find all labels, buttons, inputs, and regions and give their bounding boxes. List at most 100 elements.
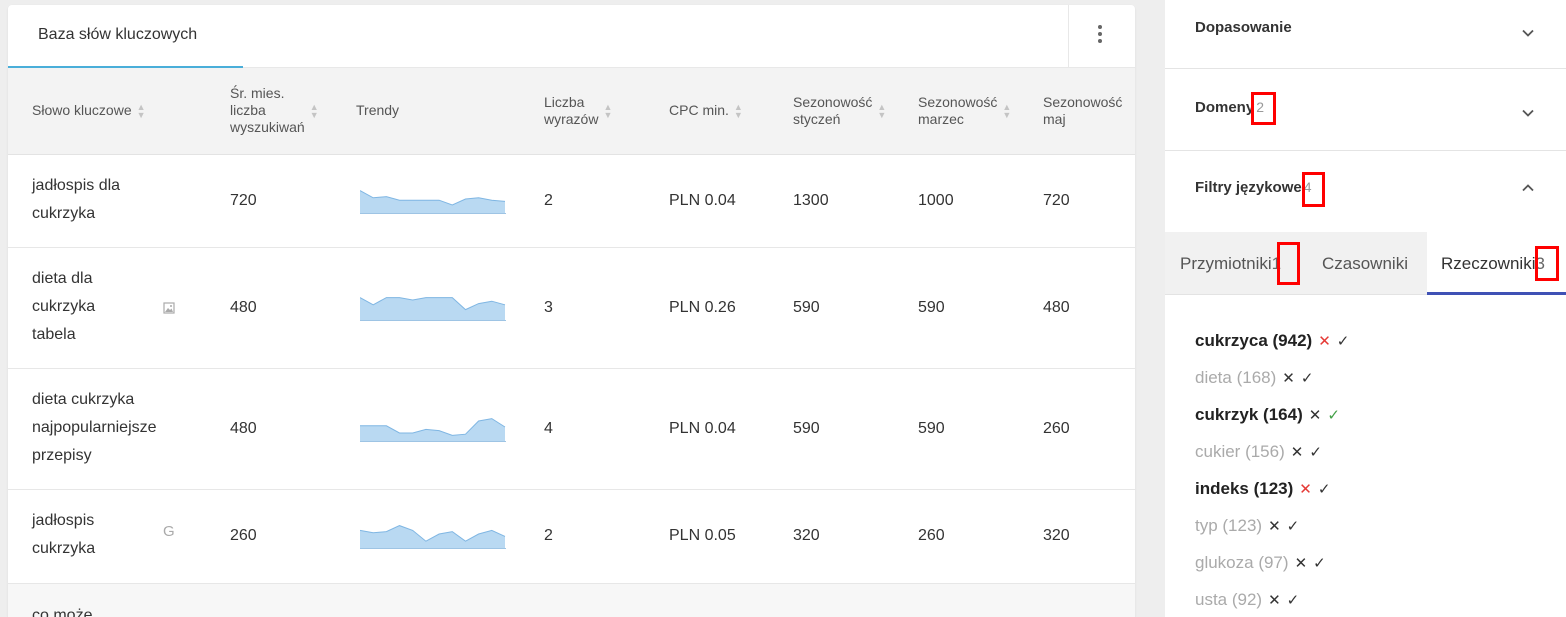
col-label: Słowo kluczowe [32, 102, 132, 118]
word-label: cukrzyca (942) [1195, 330, 1313, 350]
col-word-count[interactable]: Liczba wyrazów ▲ ▼ [544, 94, 612, 128]
trend-area [360, 190, 505, 213]
trend-area [360, 525, 505, 548]
tab-label: Rzeczowniki [1441, 254, 1536, 273]
filters-panel: Dopasowanie Domeny 2 Filtry językowe 4 Prz… [1165, 0, 1566, 617]
tab-verbs[interactable]: Czasowniki [1322, 232, 1408, 295]
sort-icon: ▲ ▼ [136, 101, 146, 120]
include-icon[interactable]: ✓ [1327, 406, 1340, 424]
highlight-box [1251, 92, 1276, 125]
table-header: Słowo kluczowe ▲ ▼ Śr. mies. liczba wyszu… [8, 68, 1135, 155]
exclude-icon[interactable]: ✕ [1309, 406, 1322, 424]
table-row[interactable]: jadłospis dla cukrzyka 720 2 PLN 0.04 13… [8, 155, 1135, 248]
col-season-may[interactable]: Sezonowość maj [1043, 94, 1122, 128]
word-label: cukier (156) [1195, 441, 1285, 461]
keyword-line: jadłospis dla [32, 177, 121, 194]
list-item: usta (92) ✕ ✓ [1195, 581, 1349, 617]
keyword-line: przepisy [32, 447, 92, 464]
list-item: cukier (156) ✕ ✓ [1195, 433, 1349, 470]
trend-sparkline [360, 525, 506, 549]
include-icon[interactable]: ✓ [1313, 554, 1326, 572]
col-label-line: wyszukiwań [230, 119, 305, 135]
exclude-icon[interactable]: ✕ [1299, 480, 1312, 498]
col-label-line: Sezonowość [1043, 94, 1123, 110]
include-icon[interactable]: ✓ [1287, 517, 1300, 535]
sort-icon: ▲ ▼ [603, 102, 613, 120]
word-label: dieta (168) [1195, 367, 1277, 387]
tab-adjectives[interactable]: Przymiotniki1 [1180, 232, 1281, 295]
word-count-cell: 4 [544, 420, 553, 437]
accordion-title-text: Domeny [1195, 99, 1255, 116]
cpc-cell: PLN 0.26 [669, 299, 736, 316]
exclude-icon[interactable]: ✕ [1268, 591, 1281, 609]
exclude-icon[interactable]: ✕ [1295, 554, 1308, 572]
table-row[interactable]: dieta cukrzyka najpopularniejsze przepis… [8, 369, 1135, 490]
season-mar-cell: 590 [918, 420, 945, 437]
word-label: cukrzyk (164) [1195, 404, 1303, 424]
include-icon[interactable]: ✓ [1337, 332, 1350, 350]
keyword-cell[interactable]: co może [32, 602, 172, 617]
keyword-cell[interactable]: dieta cukrzyka najpopularniejsze przepis… [32, 386, 202, 470]
word-count-cell: 2 [544, 527, 553, 544]
col-label-line: Liczba [544, 94, 585, 110]
trend-sparkline [360, 297, 506, 321]
chevron-down-icon[interactable] [1521, 106, 1535, 120]
include-icon[interactable]: ✓ [1301, 369, 1314, 387]
exclude-icon[interactable]: ✕ [1282, 369, 1295, 387]
more-options-icon[interactable] [1093, 23, 1107, 51]
col-cpc[interactable]: CPC min. ▲ ▼ [669, 102, 743, 119]
keyword-cell[interactable]: dieta dla cukrzyka tabela [32, 265, 172, 349]
trend-sparkline [360, 190, 506, 214]
cpc-cell: PLN 0.04 [669, 420, 736, 437]
accordion-language-filters[interactable]: Filtry językowe 4 [1165, 151, 1566, 232]
season-mar-cell: 590 [918, 299, 945, 316]
table-row[interactable]: dieta dla cukrzyka tabela 480 3 PLN 0.26… [8, 248, 1135, 369]
word-count-cell: 2 [544, 192, 553, 209]
word-label: glukoza (97) [1195, 552, 1289, 572]
col-season-jan[interactable]: Sezonowość styczeń ▲ ▼ [793, 94, 886, 128]
list-item: cukrzyk (164) ✕ ✓ [1195, 396, 1349, 433]
table-row[interactable]: jadłospis cukrzyka G 260 2 PLN 0.05 320 … [8, 490, 1135, 584]
include-icon[interactable]: ✓ [1309, 443, 1322, 461]
chevron-up-icon[interactable] [1521, 181, 1535, 195]
col-label-line: styczeń [793, 111, 841, 127]
col-avg-searches[interactable]: Śr. mies. liczba wyszukiwań ▲ ▼ [230, 85, 319, 136]
col-label: Liczba wyrazów [544, 94, 598, 128]
list-item: typ (123) ✕ ✓ [1195, 507, 1349, 544]
season-mar-cell: 260 [918, 527, 945, 544]
accordion-title: Dopasowanie [1195, 19, 1292, 36]
keyword-table-card: Baza słów kluczowych Słowo kluczowe ▲ ▼ Ś… [8, 5, 1135, 617]
table-row[interactable]: co może [8, 584, 1135, 617]
col-label: Sezonowość styczeń [793, 94, 872, 128]
col-label: Sezonowość maj [1043, 94, 1122, 128]
volume-cell: 480 [230, 299, 257, 316]
volume-cell: 720 [230, 192, 257, 209]
keyword-cell[interactable]: jadłospis cukrzyka [32, 507, 172, 563]
season-jan-cell: 1300 [793, 192, 829, 209]
accordion-domains[interactable]: Domeny 2 [1165, 69, 1566, 151]
season-may-cell: 480 [1043, 299, 1070, 316]
col-keyword[interactable]: Słowo kluczowe ▲ ▼ [32, 102, 146, 119]
keyword-cell[interactable]: jadłospis dla cukrzyka [32, 172, 172, 228]
tab-keyword-database[interactable]: Baza słów kluczowych [8, 5, 243, 68]
noun-word-list: cukrzyca (942) ✕ ✓ dieta (168) ✕ ✓ cukrzyk (… [1195, 322, 1349, 617]
include-icon[interactable]: ✓ [1318, 480, 1331, 498]
word-label: usta (92) [1195, 589, 1263, 609]
keyword-line: dieta cukrzyka [32, 391, 135, 408]
chevron-down-icon[interactable] [1521, 26, 1535, 40]
season-may-cell: 320 [1043, 527, 1070, 544]
highlight-box [1302, 172, 1325, 207]
exclude-icon[interactable]: ✕ [1318, 332, 1331, 350]
list-item: indeks (123) ✕ ✓ [1195, 470, 1349, 507]
keyword-line: cukrzyka [32, 298, 96, 315]
exclude-icon[interactable]: ✕ [1268, 517, 1281, 535]
col-label-line: liczba [230, 102, 266, 118]
include-icon[interactable]: ✓ [1287, 591, 1300, 609]
accordion-title-text: Filtry językowe [1195, 179, 1302, 196]
col-season-mar[interactable]: Sezonowość marzec ▲ ▼ [918, 94, 1011, 128]
cpc-cell: PLN 0.05 [669, 527, 736, 544]
accordion-match[interactable]: Dopasowanie [1165, 0, 1566, 69]
col-label-line: maj [1043, 111, 1066, 127]
tab-label: Przymiotniki [1180, 254, 1272, 273]
exclude-icon[interactable]: ✕ [1291, 443, 1304, 461]
